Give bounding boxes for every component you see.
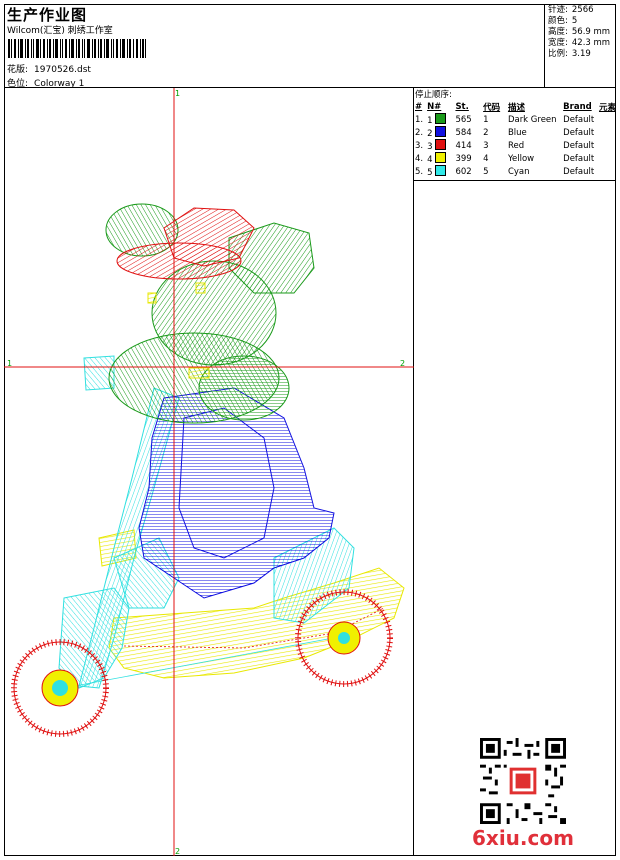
company-name: Wilcom(汇宝) 刺绣工作室 xyxy=(7,26,113,36)
color-row: 4. 4 399 4 Yellow Default xyxy=(414,152,616,165)
stat-colors: 颜色: 5 xyxy=(548,16,578,26)
stat-width: 宽度: 42.3 mm xyxy=(548,38,611,48)
row-stitches: 565 xyxy=(455,114,472,125)
row-stitches: 414 xyxy=(455,140,472,151)
nose-detail xyxy=(195,282,206,294)
color-row: 1. 1 565 1 Dark Green Default xyxy=(414,113,616,126)
stat-height: 高度: 56.9 mm xyxy=(548,27,611,37)
header-panel: 生产作业图 Wilcom(汇宝) 刺绣工作室 花版: 1970526.dst 色位… xyxy=(4,4,545,89)
row-number: 5. xyxy=(415,166,424,177)
row-code: 3 xyxy=(483,140,489,151)
row-brand: Default xyxy=(563,140,595,151)
row-description: Dark Green xyxy=(507,114,557,125)
row-stitches: 584 xyxy=(455,127,472,138)
row-n: 4 xyxy=(426,152,454,165)
row-brand: Default xyxy=(563,127,595,138)
row-n: 2 xyxy=(426,126,454,139)
color-swatch xyxy=(435,139,447,150)
row-element xyxy=(598,113,616,126)
axis-label-bottom: 2 xyxy=(175,847,180,856)
row-number: 3. xyxy=(415,140,424,151)
row-description: Red xyxy=(507,140,525,151)
row-description: Cyan xyxy=(507,166,530,177)
button-detail xyxy=(188,367,210,379)
stats-panel: 针迹: 2566 颜色: 5 高度: 56.9 mm 宽度: 42.3 mm 比例: 3.… xyxy=(545,4,616,88)
row-description: Blue xyxy=(507,127,527,138)
axis-label-left: 1 xyxy=(7,359,12,368)
row-element xyxy=(598,152,616,165)
color-swatch xyxy=(435,126,447,137)
row-n: 3 xyxy=(426,139,454,152)
color-table-header: # N# St. 代码 描述 Brand 元素 xyxy=(415,101,616,113)
design-canvas: 1 2 1 2 xyxy=(4,88,414,856)
row-n: 5 xyxy=(426,165,454,178)
axis-label-top: 1 xyxy=(175,89,180,98)
row-brand: Default xyxy=(563,153,595,164)
row-brand: Default xyxy=(563,166,595,177)
qr-code xyxy=(480,738,566,824)
color-row: 2. 2 584 2 Blue Default xyxy=(414,126,616,139)
row-code: 1 xyxy=(483,114,489,125)
bear-paw xyxy=(198,355,290,421)
row-stitches: 399 xyxy=(455,153,472,164)
embroidery-preview: 1 2 1 2 xyxy=(4,88,414,856)
row-n: 1 xyxy=(426,113,454,126)
row-stitches: 602 xyxy=(455,166,472,177)
page-title: 生产作业图 xyxy=(7,6,88,24)
eye-detail xyxy=(147,292,157,304)
design-filename: 1970526.dst xyxy=(34,65,91,75)
legend-title: 停止顺序: xyxy=(415,90,452,100)
stat-scale: 比例: 3.19 xyxy=(548,49,591,59)
stat-stitches: 针迹: 2566 xyxy=(548,5,594,15)
row-number: 1. xyxy=(415,114,424,125)
row-element xyxy=(598,126,616,139)
color-row: 3. 3 414 3 Red Default xyxy=(414,139,616,152)
site-watermark: 6xiu.com xyxy=(472,826,574,850)
color-table: # N# St. 代码 描述 Brand 元素 1. 1 565 1 Dark Gre… xyxy=(414,100,616,179)
row-description: Yellow xyxy=(507,153,535,164)
color-row: 5. 5 602 5 Cyan Default xyxy=(414,165,616,178)
color-swatch xyxy=(435,165,447,176)
color-swatch xyxy=(435,113,447,124)
row-code: 4 xyxy=(483,153,489,164)
design-info: 花版: 1970526.dst xyxy=(7,65,91,75)
row-code: 2 xyxy=(483,127,489,138)
color-swatch xyxy=(435,152,447,163)
row-number: 2. xyxy=(415,127,424,138)
row-number: 4. xyxy=(415,153,424,164)
row-element xyxy=(598,139,616,152)
barcode xyxy=(8,39,146,58)
color-sequence-panel: 停止顺序: # N# St. 代码 描述 Brand 元素 1. 1 565 1 Da… xyxy=(414,88,616,181)
axis-label-right: 2 xyxy=(400,359,405,368)
row-code: 5 xyxy=(483,166,489,177)
row-brand: Default xyxy=(563,114,595,125)
row-element xyxy=(598,165,616,178)
